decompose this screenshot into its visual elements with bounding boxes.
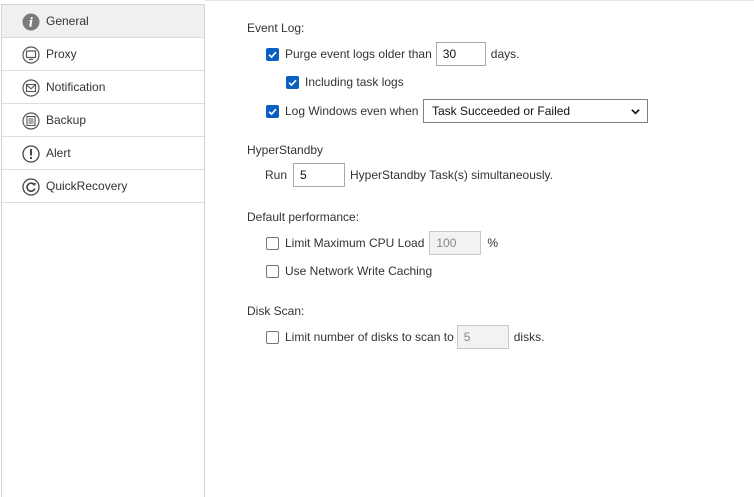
check-icon [268,108,277,115]
general-settings-panel: Event Log: Purge event logs older than 3… [205,0,754,497]
check-icon [268,51,277,58]
sidebar-item-label: Backup [46,113,87,127]
sidebar-item-label: Proxy [46,47,77,61]
network-caching-checkbox[interactable] [266,264,279,278]
disk-scan-limit-row: Limit number of disks to scan to 5 disks… [266,325,544,349]
sidebar-item-alert[interactable]: Alert [2,137,204,170]
hyperstandby-run-suffix: HyperStandby Task(s) simultaneously. [350,168,553,182]
exclamation-icon [22,145,40,163]
purge-logs-row: Purge event logs older than 30 days. [266,42,519,66]
cpu-limit-row: Limit Maximum CPU Load 100 % [266,231,498,255]
log-windows-row: Log Windows even when [266,99,418,123]
sidebar-item-label: General [46,14,89,28]
sidebar-item-general[interactable]: i General [2,5,204,38]
cpu-limit-checkbox[interactable] [266,236,279,250]
log-windows-label: Log Windows even when [285,104,419,118]
sidebar-item-backup[interactable]: Backup [2,104,204,137]
disk-scan-limit-checkbox[interactable] [266,330,279,344]
sidebar-item-quickrecovery[interactable]: QuickRecovery [2,170,204,203]
disk-scan-title: Disk Scan: [247,304,305,318]
info-icon: i [22,13,40,31]
purge-logs-checkbox[interactable] [266,47,279,61]
cpu-limit-input[interactable]: 100 [429,231,482,255]
hyperstandby-title: HyperStandby [247,143,324,157]
disk-scan-limit-suffix: disks. [513,330,545,344]
include-task-logs-label: Including task logs [305,75,404,89]
log-windows-checkbox[interactable] [266,104,279,118]
default-performance-title: Default performance: [247,210,360,224]
refresh-icon [22,178,40,196]
purge-days-input[interactable]: 30 [435,42,486,66]
hyperstandby-count-input[interactable]: 5 [293,163,346,187]
check-icon [288,79,297,86]
monitor-icon [22,46,40,64]
envelope-icon [22,79,40,97]
chevron-down-icon [631,109,640,115]
network-caching-row: Use Network Write Caching [266,259,432,283]
sidebar-item-label: QuickRecovery [46,179,128,193]
event-log-title: Event Log: [247,21,305,35]
log-windows-select[interactable]: Task Succeeded or Failed [423,99,648,123]
document-list-icon [22,112,40,130]
purge-logs-label: Purge event logs older than [285,47,432,61]
hyperstandby-run-row: Run 5 HyperStandby Task(s) simultaneousl… [265,163,553,187]
include-task-logs-row: Including task logs [286,70,404,94]
settings-sidebar: i General Proxy Notification Backup Aler… [1,4,205,497]
run-label: Run [265,168,288,182]
purge-days-suffix: days. [490,47,520,61]
cpu-limit-suffix: % [487,236,499,250]
svg-text:i: i [29,16,34,30]
sidebar-item-label: Notification [46,80,106,94]
disk-scan-limit-input[interactable]: 5 [456,325,509,349]
sidebar-item-label: Alert [46,146,71,160]
sidebar-item-notification[interactable]: Notification [2,71,204,104]
network-caching-label: Use Network Write Caching [285,264,433,278]
sidebar-item-proxy[interactable]: Proxy [2,38,204,71]
log-windows-selected-value: Task Succeeded or Failed [432,104,571,118]
cpu-limit-label: Limit Maximum CPU Load [285,236,425,250]
disk-scan-limit-label: Limit number of disks to scan to [285,330,454,344]
include-task-logs-checkbox[interactable] [286,75,299,89]
